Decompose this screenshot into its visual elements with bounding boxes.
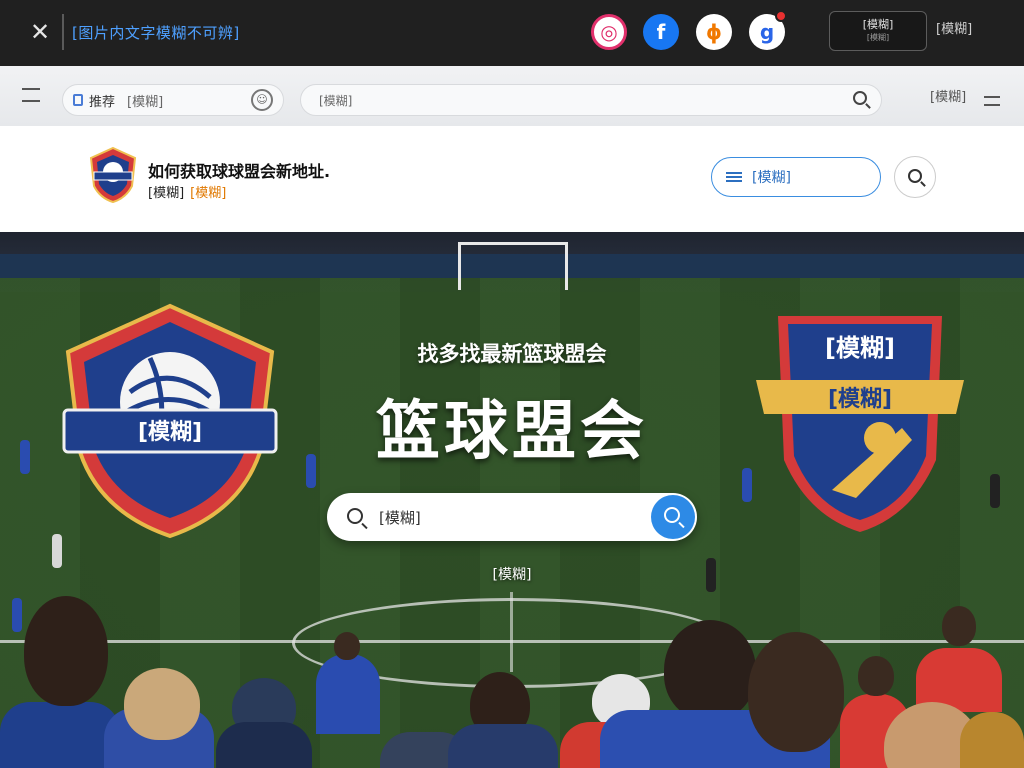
hero-banner: [模糊] [模糊] [模糊] 找多找最新篮球盟会 篮球盟会 [模糊] [模糊] <box>0 232 1024 768</box>
hero-note: [模糊] <box>492 567 532 583</box>
nav-tabs-pill[interactable]: 推荐 [模糊] ☺ <box>62 84 284 116</box>
spectator <box>0 702 120 768</box>
header-search-button[interactable] <box>894 156 936 198</box>
player-figure <box>990 474 1000 508</box>
header-subtitle-text: [模糊] <box>148 186 185 201</box>
badge-line-2: [模糊] <box>866 33 890 42</box>
spectator <box>216 722 312 768</box>
facebook-icon[interactable]: f <box>643 14 679 50</box>
player-head <box>334 632 360 660</box>
tools-icon[interactable]: ✕ <box>26 18 54 46</box>
hero-subheading: 找多找最新篮球盟会 <box>417 342 607 366</box>
spectator-head <box>664 620 756 720</box>
spectator <box>960 712 1024 768</box>
player-head <box>942 606 976 646</box>
nav-right-icon[interactable]: [模糊] <box>930 86 966 105</box>
top-bar: ✕ [图片内文字模糊不可辨] ◎ f ϕ g [模糊] [模糊] [模糊] <box>0 0 1024 66</box>
url-bar-text: [模糊] <box>319 93 353 108</box>
header-subtitle: [模糊] [模糊] <box>148 182 226 201</box>
site-header: 如何获取球球盟会新地址. [模糊] [模糊] [模糊] <box>0 126 1024 232</box>
header-title: 如何获取球球盟会新地址. <box>148 162 331 181</box>
notification-dot-icon <box>775 10 787 22</box>
language-button[interactable]: [模糊] <box>711 157 881 197</box>
hero-search-bar[interactable]: [模糊] <box>327 493 697 541</box>
badge-line-1: [模糊] <box>862 18 894 31</box>
hero-title: 篮球盟会 <box>376 395 648 469</box>
player-head <box>858 656 894 696</box>
site-url[interactable]: [图片内文字模糊不可辨] <box>72 20 240 46</box>
spectator <box>448 724 558 768</box>
search-icon <box>908 169 922 183</box>
tab-secondary[interactable]: [模糊] <box>127 91 163 110</box>
header-subtitle-highlight[interactable]: [模糊] <box>190 186 226 201</box>
tab-square-icon <box>73 94 83 106</box>
menu-lines-icon <box>726 172 742 182</box>
crowd-foreground <box>0 596 1024 768</box>
hero-search-input[interactable]: [模糊] <box>379 507 421 528</box>
user-icon[interactable]: ☺ <box>251 89 273 111</box>
menu-icon[interactable] <box>22 88 40 102</box>
site-logo[interactable] <box>88 146 138 204</box>
nav-row: 推荐 [模糊] ☺ [模糊] [模糊] <box>0 66 1024 126</box>
hero-search-button[interactable] <box>651 495 695 539</box>
google-icon[interactable]: g <box>749 10 787 50</box>
search-icon <box>664 507 680 523</box>
language-button-label: [模糊] <box>752 170 791 186</box>
search-icon[interactable] <box>853 91 867 105</box>
hamburger-icon[interactable] <box>984 96 1000 106</box>
spectator-head <box>124 668 200 740</box>
weibo-icon[interactable]: ϕ <box>696 14 732 50</box>
player-figure <box>742 468 752 502</box>
app-badge[interactable]: [模糊] [模糊] <box>829 11 927 51</box>
spectator-head <box>748 632 844 752</box>
goal-post <box>458 242 568 290</box>
tab-recommend[interactable]: 推荐 <box>89 91 115 110</box>
top-right-link[interactable]: [模糊] <box>936 20 972 40</box>
search-icon <box>347 508 363 524</box>
divider <box>62 14 64 50</box>
url-bar[interactable]: [模糊] <box>300 84 882 116</box>
instagram-icon[interactable]: ◎ <box>591 14 627 50</box>
player-17 <box>316 654 380 734</box>
spectator-head <box>24 596 108 706</box>
